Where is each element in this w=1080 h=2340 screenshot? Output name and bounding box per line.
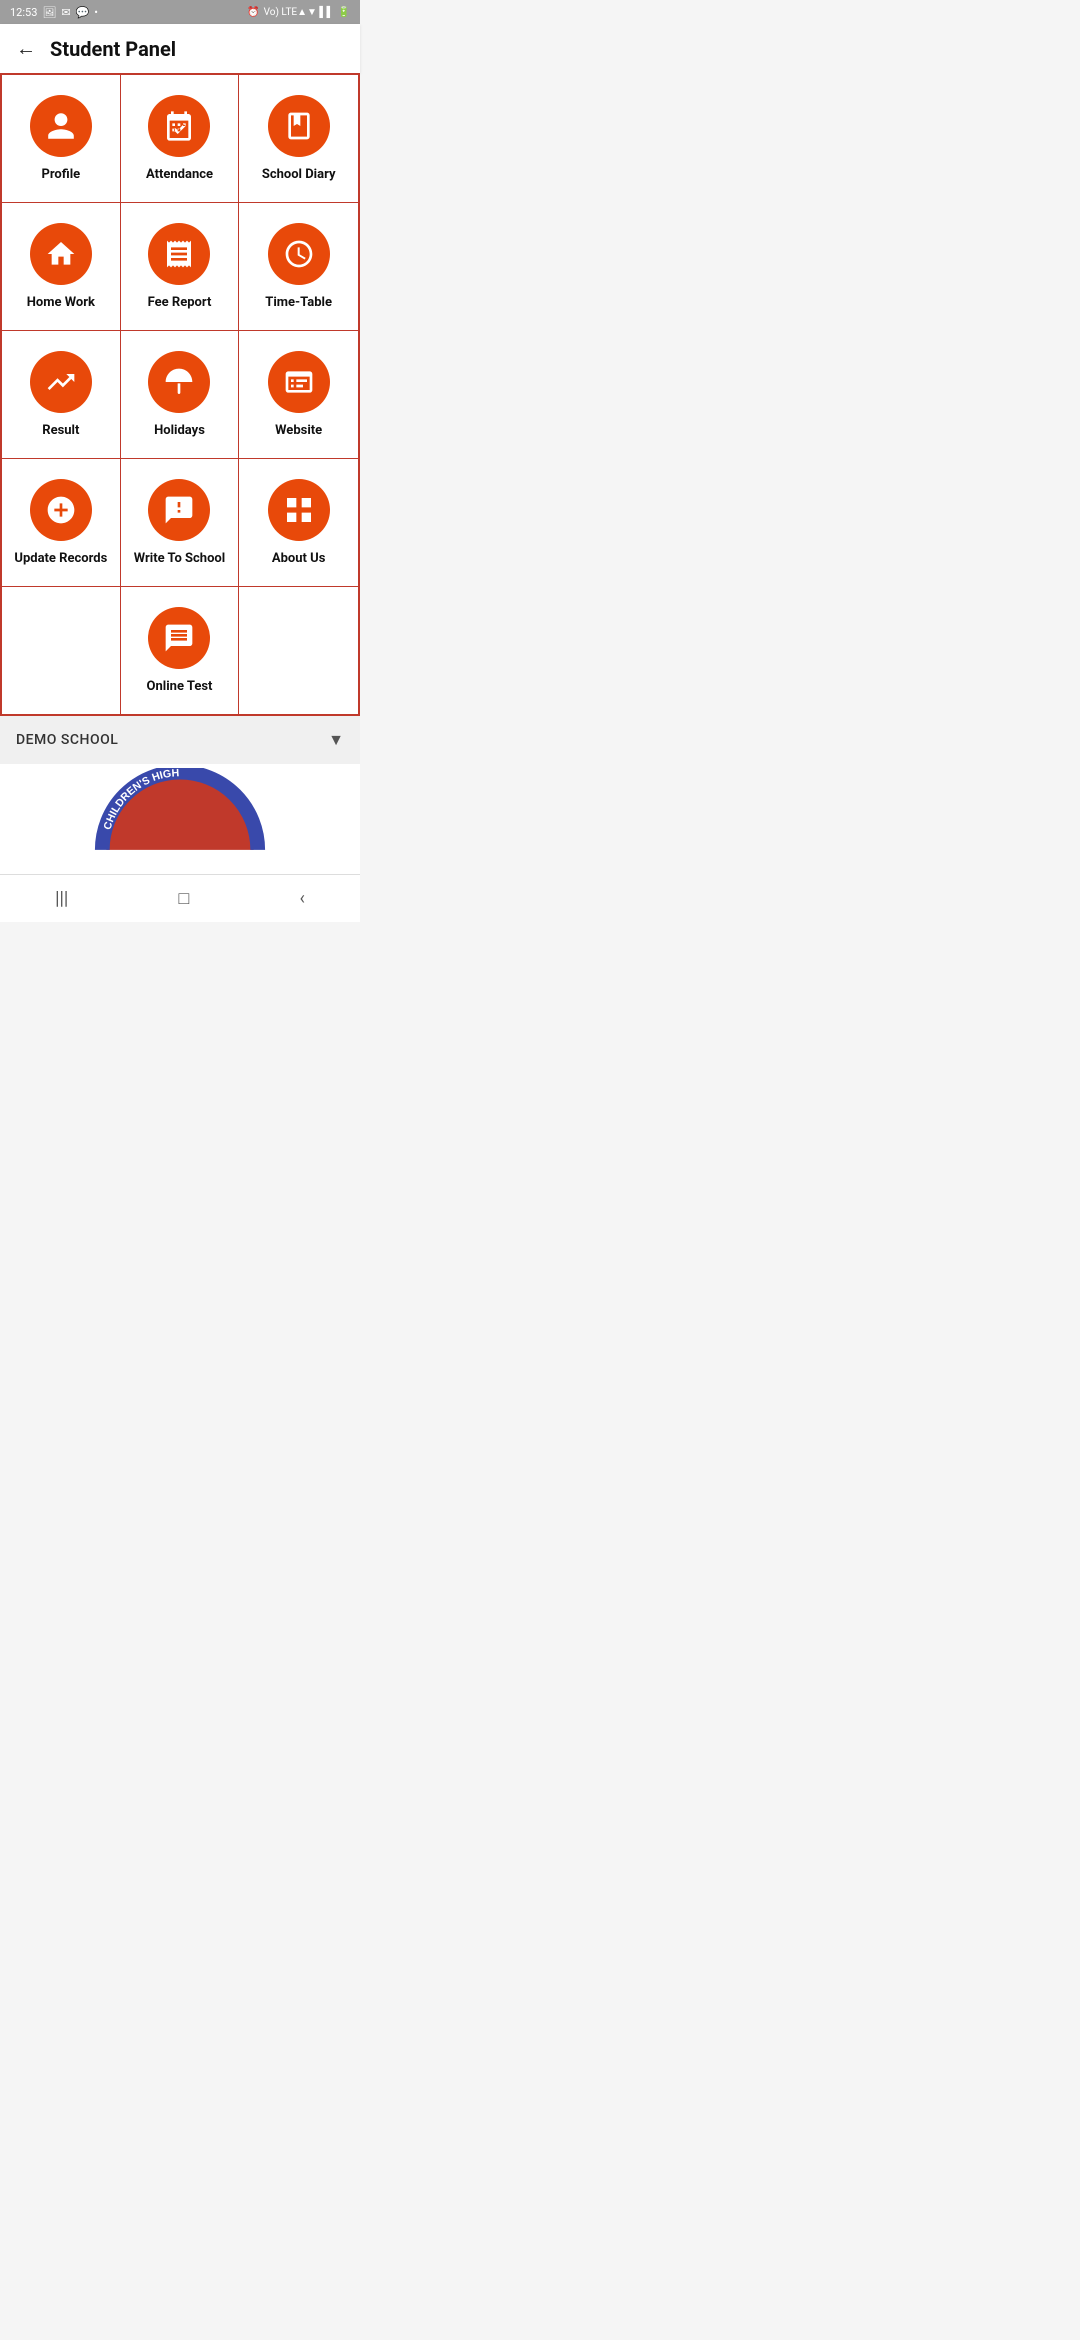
grid-cell-empty-2 <box>239 587 358 714</box>
website-icon-circle <box>268 351 330 413</box>
grid-cell-holidays[interactable]: Holidays <box>121 331 240 458</box>
home-work-icon-circle <box>30 223 92 285</box>
online-test-icon-circle <box>148 607 210 669</box>
nav-bar: ||| □ ‹ <box>0 874 360 922</box>
status-time: 12:53 <box>10 6 37 19</box>
result-icon-circle <box>30 351 92 413</box>
grid-cell-result[interactable]: Result <box>2 331 121 458</box>
time-table-icon-circle <box>268 223 330 285</box>
school-logo: CHILDREN'S HIGH <box>90 768 270 858</box>
status-bar: 12:53 🖼 ✉ 💬 • ⏰ Vo) LTE▲▼ ▌▌ 🔋 <box>0 0 360 24</box>
grid-row-0: Profile Attendance School Diary <box>2 75 358 203</box>
dropdown-arrow-icon: ▼ <box>328 730 344 750</box>
grid-cell-home-work[interactable]: Home Work <box>2 203 121 330</box>
grid-cell-time-table[interactable]: Time-Table <box>239 203 358 330</box>
school-diary-icon-circle <box>268 95 330 157</box>
profile-label: Profile <box>41 167 80 182</box>
attendance-icon-circle <box>148 95 210 157</box>
result-label: Result <box>42 423 79 438</box>
nav-back-icon[interactable]: ‹ <box>299 888 304 909</box>
status-left: 12:53 🖼 ✉ 💬 • <box>10 6 98 19</box>
grid-cell-attendance[interactable]: Attendance <box>121 75 240 202</box>
grid-cell-write-to-school[interactable]: Write To School <box>121 459 240 586</box>
nav-home-icon[interactable]: □ <box>178 888 189 909</box>
logo-area: CHILDREN'S HIGH <box>0 764 360 874</box>
status-right: ⏰ Vo) LTE▲▼ ▌▌ 🔋 <box>247 7 350 18</box>
grid-cell-online-test[interactable]: Online Test <box>121 587 240 714</box>
grid-cell-empty-1 <box>2 587 121 714</box>
status-battery: 🔋 <box>338 7 350 18</box>
attendance-label: Attendance <box>146 167 213 182</box>
status-mail-icon: ✉ <box>61 6 70 19</box>
grid-cell-fee-report[interactable]: Fee Report <box>121 203 240 330</box>
grid-row-2: Result Holidays Website <box>2 331 358 459</box>
write-to-school-label: Write To School <box>134 551 225 566</box>
app-bar: ← Student Panel <box>0 24 360 73</box>
online-test-label: Online Test <box>147 679 213 694</box>
update-records-label: Update Records <box>14 551 107 566</box>
grid-row-1: Home Work Fee Report Time-Table <box>2 203 358 331</box>
status-dot: • <box>94 6 98 19</box>
grid-cell-website[interactable]: Website <box>239 331 358 458</box>
write-to-school-icon-circle <box>148 479 210 541</box>
about-us-icon-circle <box>268 479 330 541</box>
holidays-icon-circle <box>148 351 210 413</box>
grid-cell-profile[interactable]: Profile <box>2 75 121 202</box>
grid-cell-update-records[interactable]: Update Records <box>2 459 121 586</box>
home-work-label: Home Work <box>27 295 95 310</box>
grid-cell-about-us[interactable]: About Us <box>239 459 358 586</box>
about-us-label: About Us <box>272 551 326 566</box>
back-button[interactable]: ← <box>16 36 36 61</box>
nav-menu-icon[interactable]: ||| <box>55 888 68 909</box>
update-records-icon-circle <box>30 479 92 541</box>
fee-report-icon-circle <box>148 223 210 285</box>
status-photo-icon: 🖼 <box>42 6 56 19</box>
school-diary-label: School Diary <box>262 167 336 182</box>
time-table-label: Time-Table <box>265 295 332 310</box>
school-name: DEMO SCHOOL <box>16 732 118 748</box>
status-msg-icon: 💬 <box>76 6 90 19</box>
page-title: Student Panel <box>50 37 176 61</box>
school-selector[interactable]: DEMO SCHOOL ▼ <box>0 716 360 764</box>
status-signal: Vo) LTE▲▼ ▌▌ <box>264 7 334 18</box>
grid-row-4: Online Test <box>2 587 358 714</box>
profile-icon-circle <box>30 95 92 157</box>
grid-row-3: Update Records Write To School About Us <box>2 459 358 587</box>
fee-report-label: Fee Report <box>148 295 212 310</box>
grid-cell-school-diary[interactable]: School Diary <box>239 75 358 202</box>
website-label: Website <box>275 423 322 438</box>
holidays-label: Holidays <box>154 423 205 438</box>
status-alarm-icon: ⏰ <box>247 7 259 18</box>
menu-grid: Profile Attendance School Diary Home Work Fe… <box>0 73 360 716</box>
